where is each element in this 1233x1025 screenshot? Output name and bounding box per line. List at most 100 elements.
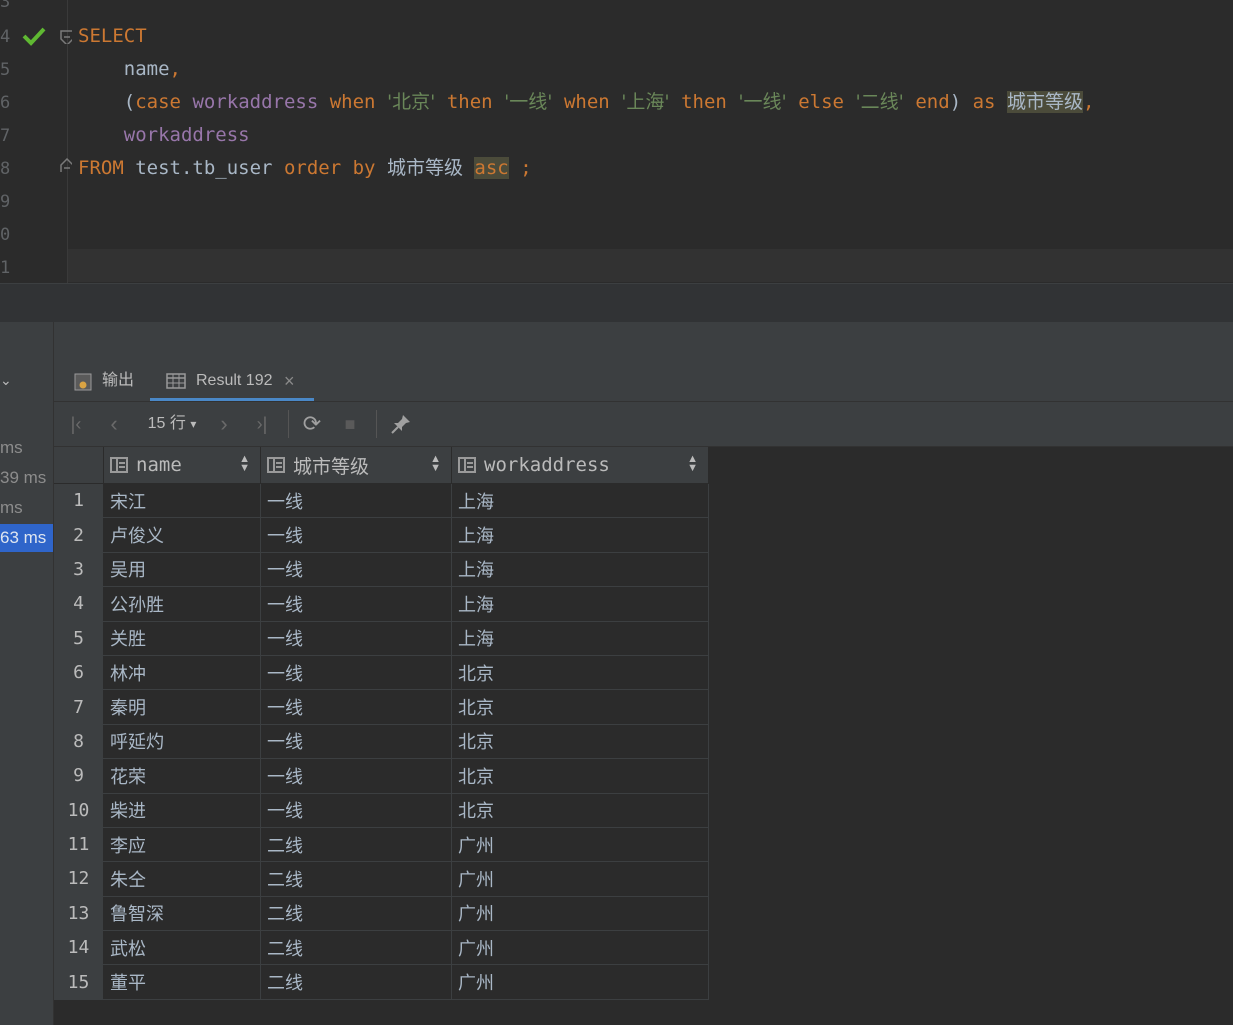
table-row[interactable]: 5 关胜 一线 上海 (54, 621, 709, 656)
cell-city-level[interactable]: 一线 (260, 689, 452, 725)
table-row[interactable]: 7 秦明 一线 北京 (54, 689, 709, 725)
cell-name[interactable]: 宋江 (103, 483, 261, 519)
keyword-end: end (915, 91, 950, 113)
page-size-dropdown[interactable]: 15 行 ▾ (142, 412, 202, 436)
cell-workaddress[interactable]: 广州 (451, 861, 709, 897)
cell-name[interactable]: 公孙胜 (103, 586, 261, 622)
last-page-icon[interactable]: ›| (252, 412, 272, 436)
keyword-case: case (135, 91, 181, 113)
cell-workaddress[interactable]: 北京 (451, 724, 709, 760)
cell-workaddress[interactable]: 上海 (451, 483, 709, 519)
cell-workaddress[interactable]: 广州 (451, 930, 709, 966)
cell-name[interactable]: 林冲 (103, 655, 261, 691)
cell-city-level[interactable]: 一线 (260, 655, 452, 691)
cell-name[interactable]: 呼延灼 (103, 724, 261, 760)
table-row[interactable]: 3 吴用 一线 上海 (54, 552, 709, 588)
cell-city-level[interactable]: 一线 (260, 724, 452, 760)
code-line-6: (case workaddress when '北京' then '一线' wh… (78, 86, 1094, 119)
tab-output[interactable]: 输出 (74, 361, 146, 401)
row-number: 14 (54, 930, 104, 966)
cell-name[interactable]: 关胜 (103, 621, 261, 656)
timing-item[interactable]: ms (0, 434, 53, 462)
cell-city-level[interactable]: 一线 (260, 517, 452, 553)
cell-name[interactable]: 吴用 (103, 552, 261, 588)
cell-workaddress[interactable]: 广州 (451, 827, 709, 863)
first-page-icon[interactable]: |‹ (66, 412, 86, 436)
cell-name[interactable]: 李应 (103, 827, 261, 863)
cell-workaddress[interactable]: 北京 (451, 758, 709, 794)
current-line-highlight (68, 249, 1233, 282)
stop-icon[interactable]: ■ (340, 412, 360, 436)
cell-city-level[interactable]: 一线 (260, 793, 452, 828)
cell-name[interactable]: 武松 (103, 930, 261, 966)
sql-editor[interactable]: 3 4 5 6 7 8 9 0 1 SELECT name, (case wor… (0, 0, 1233, 283)
column-header-name[interactable]: name ▲ ▼ (103, 447, 261, 484)
timing-item-selected[interactable]: 63 ms (0, 524, 53, 552)
close-icon[interactable]: × (284, 361, 295, 401)
cell-city-level[interactable]: 二线 (260, 861, 452, 897)
cell-workaddress[interactable]: 北京 (451, 689, 709, 725)
cell-name[interactable]: 朱仝 (103, 861, 261, 897)
column-header-workaddress[interactable]: workaddress ▲ ▼ (451, 447, 709, 484)
sort-icon[interactable]: ▲ ▼ (687, 454, 698, 474)
cell-name[interactable]: 鲁智深 (103, 896, 261, 932)
column-header-label: name (136, 454, 182, 476)
cell-city-level[interactable]: 二线 (260, 964, 452, 1000)
cell-city-level[interactable]: 二线 (260, 896, 452, 932)
table-row[interactable]: 14 武松 二线 广州 (54, 930, 709, 966)
keyword-when: when (329, 91, 376, 113)
cell-city-level[interactable]: 二线 (260, 827, 452, 863)
string-literal: '北京' (386, 91, 436, 113)
cell-name[interactable]: 柴进 (103, 793, 261, 828)
cell-workaddress[interactable]: 上海 (451, 586, 709, 622)
cell-workaddress[interactable]: 北京 (451, 655, 709, 691)
result-grid[interactable]: name ▲ ▼ 城市等级 ▲ ▼ workaddress ▲ ▼ 1 宋江 一线 上海 2 卢… (54, 447, 1233, 1025)
refresh-icon[interactable]: ⟳ (300, 412, 324, 436)
fold-open-icon[interactable] (60, 30, 72, 44)
timing-item[interactable]: 39 ms (0, 464, 53, 492)
table-row[interactable]: 10 柴进 一线 北京 (54, 793, 709, 828)
cell-name[interactable]: 秦明 (103, 689, 261, 725)
cell-workaddress[interactable]: 广州 (451, 896, 709, 932)
row-number-header (54, 447, 104, 484)
cell-name[interactable]: 花荣 (103, 758, 261, 794)
cell-city-level[interactable]: 二线 (260, 930, 452, 966)
table-row[interactable]: 8 呼延灼 一线 北京 (54, 724, 709, 760)
fold-close-icon[interactable] (60, 158, 72, 172)
sort-icon[interactable]: ▲ ▼ (239, 454, 250, 474)
table-row[interactable]: 2 卢俊义 一线 上海 (54, 517, 709, 553)
keyword-as: as (972, 91, 996, 113)
cell-workaddress[interactable]: 北京 (451, 793, 709, 828)
paren-open: ( (123, 91, 136, 113)
cell-name[interactable]: 卢俊义 (103, 517, 261, 553)
table-row[interactable]: 15 董平 二线 广州 (54, 964, 709, 1000)
prev-page-icon[interactable]: ‹ (104, 412, 124, 436)
panel-splitter[interactable] (0, 283, 1233, 323)
timing-item[interactable]: ms (0, 494, 53, 522)
table-row[interactable]: 6 林冲 一线 北京 (54, 655, 709, 691)
header-row: name ▲ ▼ 城市等级 ▲ ▼ workaddress ▲ ▼ (54, 447, 709, 484)
line-number: 4 (0, 27, 11, 47)
tab-result[interactable]: Result 192 × (150, 361, 314, 401)
cell-workaddress[interactable]: 上海 (451, 517, 709, 553)
cell-city-level[interactable]: 一线 (260, 758, 452, 794)
cell-city-level[interactable]: 一线 (260, 586, 452, 622)
pin-icon[interactable] (390, 413, 412, 435)
collapse-arrow-icon[interactable]: ⌄ (0, 372, 12, 389)
column-header-city-level[interactable]: 城市等级 ▲ ▼ (260, 447, 452, 484)
table-row[interactable]: 11 李应 二线 广州 (54, 827, 709, 863)
cell-city-level[interactable]: 一线 (260, 483, 452, 519)
table-row[interactable]: 9 花荣 一线 北京 (54, 758, 709, 794)
cell-name[interactable]: 董平 (103, 964, 261, 1000)
table-row[interactable]: 12 朱仝 二线 广州 (54, 861, 709, 897)
next-page-icon[interactable]: › (214, 412, 234, 436)
cell-workaddress[interactable]: 上海 (451, 621, 709, 656)
sort-icon[interactable]: ▲ ▼ (430, 454, 441, 474)
table-row[interactable]: 4 公孙胜 一线 上海 (54, 586, 709, 622)
cell-city-level[interactable]: 一线 (260, 552, 452, 588)
table-row[interactable]: 1 宋江 一线 上海 (54, 483, 709, 519)
cell-city-level[interactable]: 一线 (260, 621, 452, 656)
cell-workaddress[interactable]: 上海 (451, 552, 709, 588)
table-row[interactable]: 13 鲁智深 二线 广州 (54, 896, 709, 932)
cell-workaddress[interactable]: 广州 (451, 964, 709, 1000)
